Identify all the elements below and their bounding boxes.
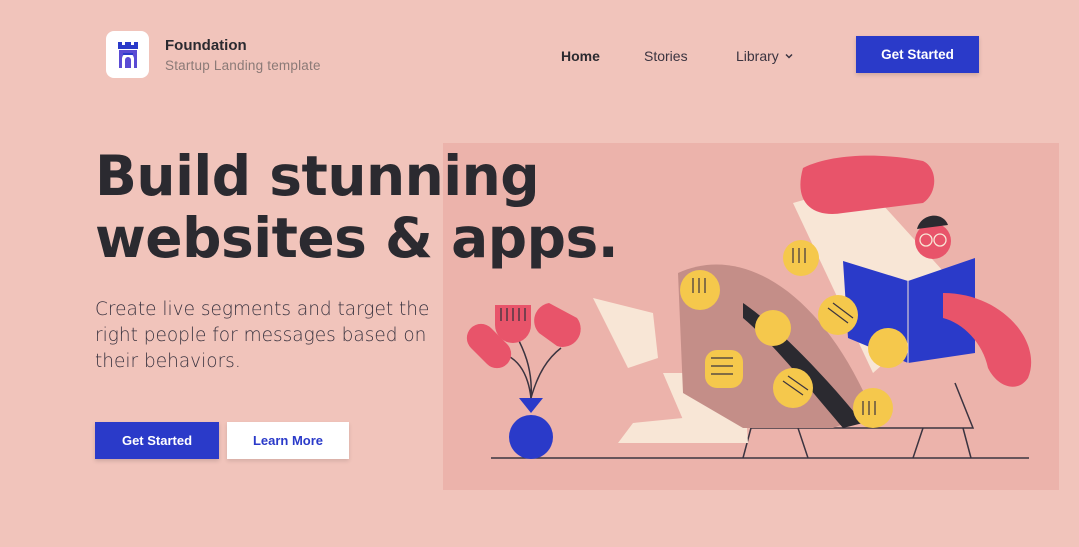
header-get-started-button[interactable]: Get Started xyxy=(856,36,979,73)
learn-more-button[interactable]: Learn More xyxy=(227,422,349,459)
nav-stories[interactable]: Stories xyxy=(644,48,688,64)
castle-tower-icon xyxy=(117,41,138,68)
hero-get-started-button[interactable]: Get Started xyxy=(95,422,219,459)
brand-title: Foundation xyxy=(165,37,247,54)
hero-description: Create live segments and target the righ… xyxy=(95,299,430,372)
chevron-down-icon xyxy=(785,53,793,59)
hero-title: Build stunning websites & apps. xyxy=(95,145,655,269)
logo[interactable] xyxy=(106,31,149,78)
nav-library[interactable]: Library xyxy=(736,48,793,64)
nav-library-label: Library xyxy=(736,48,779,64)
nav-home[interactable]: Home xyxy=(561,48,600,64)
hero-title-line2: websites & apps. xyxy=(95,206,619,270)
plant-pot-icon xyxy=(466,303,581,459)
brand-subtitle: Startup Landing template xyxy=(165,58,321,73)
hero-title-line1: Build stunning xyxy=(95,144,540,208)
